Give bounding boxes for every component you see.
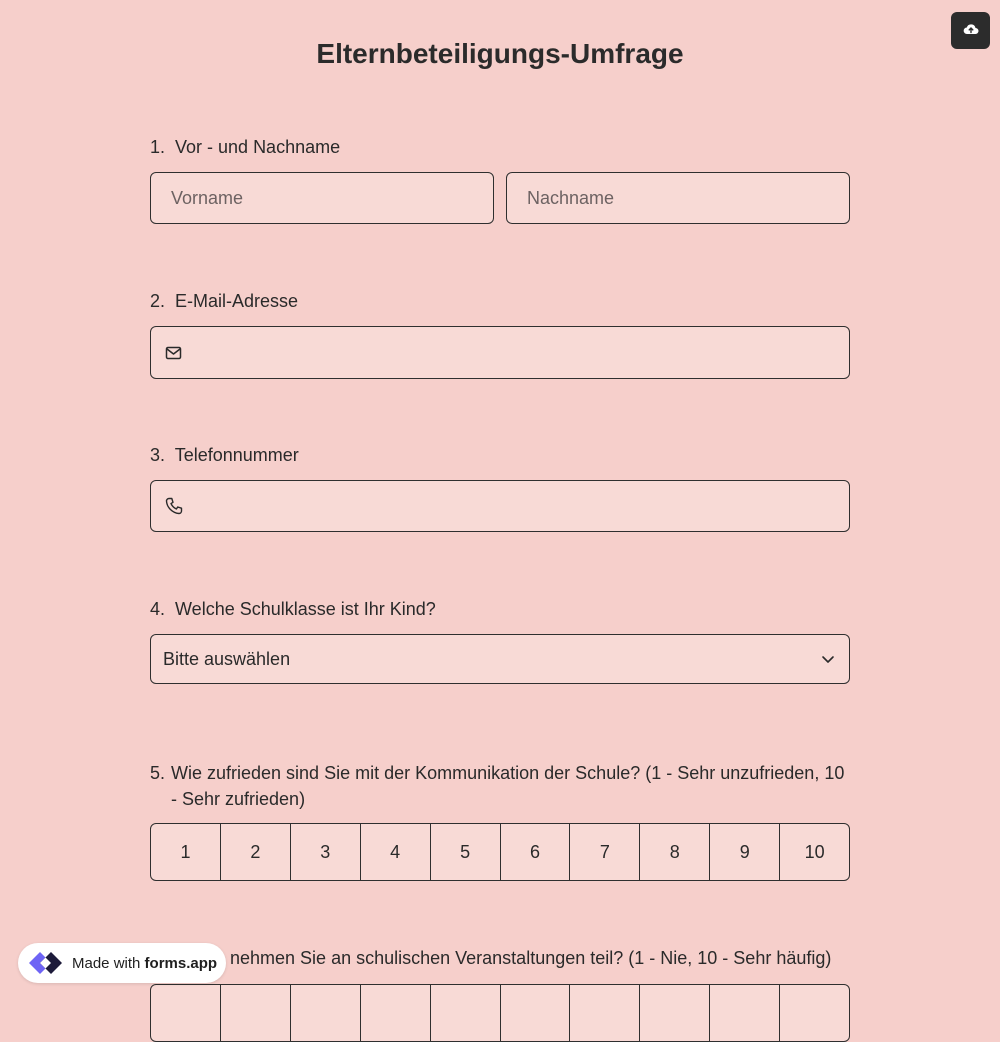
question-2-label: 2. E-Mail-Adresse [150, 288, 850, 314]
forms-app-logo-icon [26, 946, 66, 980]
badge-brand: forms.app [144, 954, 218, 972]
scale-option-5[interactable]: 5 [431, 824, 501, 880]
page-title: Elternbeteiligungs-Umfrage [316, 38, 684, 69]
first-name-field[interactable]: Vorname [150, 172, 494, 224]
scale-option-3[interactable]: 3 [291, 824, 361, 880]
scale-option-1[interactable]: 1 [151, 824, 221, 880]
made-with-badge[interactable]: Made with forms.app [18, 943, 226, 983]
question-3-label: 3. Telefonnummer [150, 442, 850, 468]
scale-option[interactable] [501, 985, 571, 1041]
scale-option[interactable] [570, 985, 641, 1041]
question-number: 2. [150, 291, 166, 311]
scale-option-9[interactable]: 9 [710, 824, 781, 880]
last-name-placeholder: Nachname [527, 187, 615, 208]
badge-text: Made with forms.app [72, 955, 217, 972]
mail-icon [165, 346, 183, 360]
scale-option-6[interactable]: 6 [501, 824, 571, 880]
chevron-down-icon [821, 655, 835, 664]
scale-option-2[interactable]: 2 [221, 824, 291, 880]
question-text: nehmen Sie an schulischen Veranstaltunge… [230, 948, 832, 968]
question-text: Welche Schulklasse ist Ihr Kind? [175, 599, 436, 619]
scale-option[interactable] [151, 985, 221, 1041]
question-6-label: nehmen Sie an schulischen Veranstaltunge… [230, 945, 850, 971]
question-number: 1. [150, 137, 166, 157]
question-1-label: 1. Vor - und Nachname [150, 134, 850, 160]
phone-icon [165, 497, 183, 515]
scale-option[interactable] [640, 985, 711, 1041]
scale-option-4[interactable]: 4 [361, 824, 431, 880]
grade-select-value: Bitte auswählen [163, 648, 291, 669]
scale-option-10[interactable]: 10 [780, 824, 849, 880]
cloud-upload-icon [963, 22, 979, 40]
question-number: 5. [150, 763, 166, 783]
grade-select[interactable]: Bitte auswählen [150, 634, 850, 684]
satisfaction-scale: 1 2 3 4 5 6 7 8 9 10 [150, 823, 850, 881]
first-name-placeholder: Vorname [171, 187, 244, 208]
question-5-label: 5. Wie zufrieden sind Sie mit der Kommun… [150, 760, 850, 812]
scale-option[interactable] [291, 985, 361, 1041]
event-participation-scale [150, 984, 850, 1042]
badge-prefix: Made with [72, 954, 141, 972]
question-text: Wie zufrieden sind Sie mit der Kommunika… [171, 763, 845, 809]
question-number: 3. [150, 445, 166, 465]
question-text: E-Mail-Adresse [175, 291, 299, 311]
question-number: 4. [150, 599, 166, 619]
scale-option-7[interactable]: 7 [570, 824, 641, 880]
question-text: Telefonnummer [174, 445, 299, 465]
email-field[interactable] [150, 326, 850, 379]
scale-option[interactable] [780, 985, 849, 1041]
question-text: Vor - und Nachname [175, 137, 341, 157]
scale-option[interactable] [710, 985, 781, 1041]
scale-option[interactable] [431, 985, 501, 1041]
phone-field[interactable] [150, 480, 850, 532]
scale-option[interactable] [221, 985, 291, 1041]
scale-option[interactable] [361, 985, 431, 1041]
scale-option-8[interactable]: 8 [640, 824, 711, 880]
question-4-label: 4. Welche Schulklasse ist Ihr Kind? [150, 596, 850, 622]
last-name-field[interactable]: Nachname [506, 172, 850, 224]
